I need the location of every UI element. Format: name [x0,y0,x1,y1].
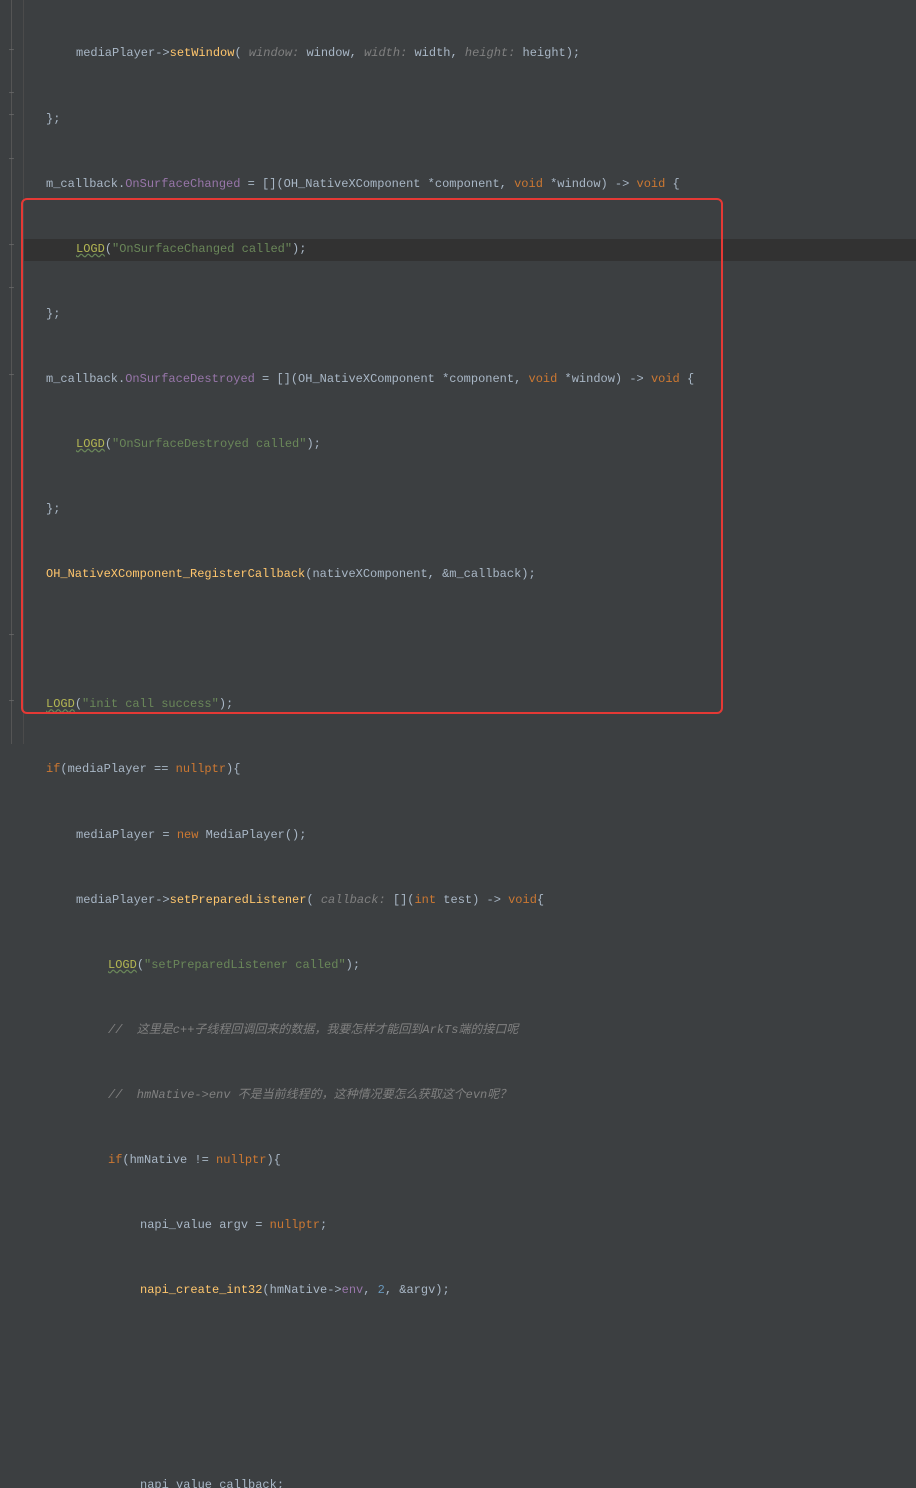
fold-icon[interactable]: − [7,632,16,641]
code-line: if(mediaPlayer == nullptr){ [24,759,916,781]
code-line: if(hmNative != nullptr){ [24,1150,916,1172]
fold-icon[interactable]: − [7,285,16,294]
code-line: mediaPlayer->setWindow( window: window, … [24,43,916,65]
code-line: napi_value argv = nullptr; [24,1215,916,1237]
code-line: }; [24,304,916,326]
fold-icon[interactable]: − [7,112,16,121]
code-line-blank [24,1410,916,1432]
fold-icon[interactable]: − [7,698,16,707]
code-line: m_callback.OnSurfaceChanged = [](OH_Nati… [24,174,916,196]
code-line: mediaPlayer = new MediaPlayer(); [24,825,916,847]
code-line: // hmNative->env 不是当前线程的，这种情况要怎么获取这个evn呢… [24,1085,916,1107]
fold-icon[interactable]: − [7,90,16,99]
fold-icon[interactable]: − [7,242,16,251]
code-line-blank [24,1345,916,1367]
editor-gutter: − − − − − − − − − [0,0,24,744]
code-line: }; [24,109,916,131]
fold-icon[interactable]: − [7,372,16,381]
code-line: mediaPlayer->setPreparedListener( callba… [24,890,916,912]
code-line-blank [24,629,916,651]
code-line: napi_create_int32(hmNative->env, 2, &arg… [24,1280,916,1302]
code-line: LOGD("OnSurfaceDestroyed called"); [24,434,916,456]
code-line: // 这里是c++子线程回调回来的数据，我要怎样才能回到ArkTs端的接口呢 [24,1020,916,1042]
fold-icon[interactable]: − [7,156,16,165]
code-line: LOGD("init call success"); [24,694,916,716]
code-editor[interactable]: mediaPlayer->setWindow( window: window, … [24,0,916,744]
code-line: m_callback.OnSurfaceDestroyed = [](OH_Na… [24,369,916,391]
code-line: napi_value callback; [24,1475,916,1488]
code-line: LOGD("OnSurfaceChanged called"); [24,239,916,261]
code-line: OH_NativeXComponent_RegisterCallback(nat… [24,564,916,586]
code-line: LOGD("setPreparedListener called"); [24,955,916,977]
code-line: }; [24,499,916,521]
fold-icon[interactable]: − [7,47,16,56]
